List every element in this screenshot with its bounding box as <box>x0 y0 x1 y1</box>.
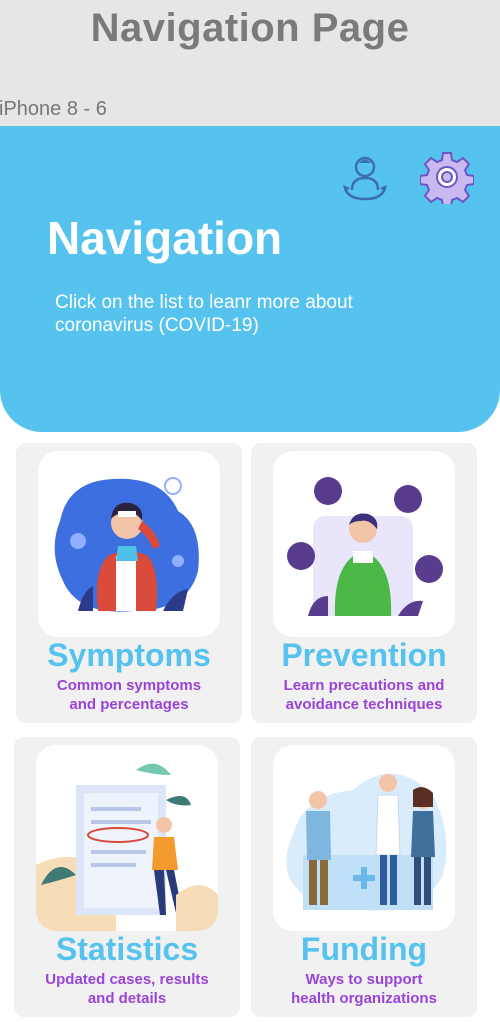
statistics-illustration <box>36 745 218 931</box>
funding-illustration <box>273 745 455 931</box>
card-funding[interactable]: Funding Ways to support health organizat… <box>251 737 477 1017</box>
card-title: Statistics <box>55 931 199 967</box>
hero-title: Navigation <box>47 212 283 264</box>
symptoms-illustration <box>38 451 220 637</box>
card-statistics[interactable]: Statistics Updated cases, results and de… <box>14 737 240 1017</box>
card-prevention[interactable]: Prevention Learn precautions and avoidan… <box>251 443 477 723</box>
hero-subtitle: Click on the list to leanr more about co… <box>55 292 353 336</box>
hero-banner: Navigation Click on the list to leanr mo… <box>0 126 500 432</box>
card-title: Prevention <box>281 637 447 673</box>
card-symptoms[interactable]: Symptoms Common symptoms and percentages <box>16 443 242 723</box>
gear-icon[interactable] <box>420 150 474 204</box>
card-description: Updated cases, results and details <box>45 971 209 1007</box>
card-description: Common symptoms and percentages <box>56 677 202 713</box>
page-header: Navigation Page iPhone 8 - 6 <box>0 0 500 126</box>
prevention-illustration <box>273 451 455 637</box>
card-title: Symptoms <box>47 637 211 673</box>
frame-label: iPhone 8 - 6 <box>0 98 107 120</box>
card-title: Funding <box>300 931 428 967</box>
page-title: Navigation Page <box>90 6 410 50</box>
user-switch-icon[interactable] <box>338 150 392 204</box>
card-description: Learn precautions and avoidance techniqu… <box>283 677 445 713</box>
card-description: Ways to support health organizations <box>291 971 437 1007</box>
